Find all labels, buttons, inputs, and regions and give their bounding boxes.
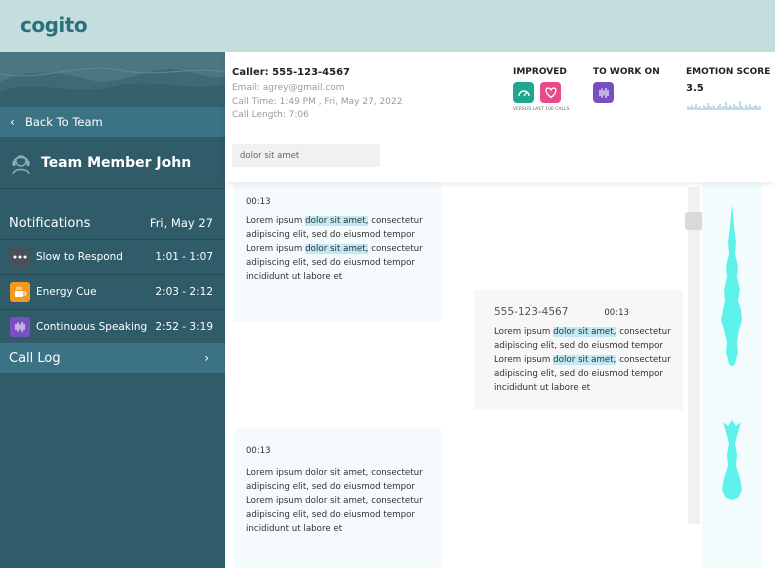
search-highlight: dolor sit amet, <box>305 244 369 254</box>
message-text: Lorem ipsum dolor sit amet, consectetur … <box>246 468 423 534</box>
search-highlight: dolor sit amet, <box>305 216 369 226</box>
chevron-left-icon: ‹ <box>10 115 15 129</box>
ellipsis-icon <box>10 247 30 267</box>
top-bar: cogito <box>0 0 775 52</box>
call-length: Call Length: 7:06 <box>232 110 309 120</box>
team-member-header: Team Member John <box>0 137 225 189</box>
message-time: 00:13 <box>246 446 271 456</box>
message-caller-number: 555-123-4567 <box>494 306 569 318</box>
message-time: 00:13 <box>246 197 271 207</box>
message-text: Lorem ipsum dolor sit amet, consectetur … <box>494 327 671 393</box>
notification-time: 1:01 - 1:07 <box>155 251 213 263</box>
emotion-score-label: EMOTION SCORE <box>686 67 771 77</box>
call-waveform-timeline[interactable] <box>702 182 762 568</box>
transcript-scrollbar[interactable] <box>688 187 700 524</box>
call-log-button[interactable]: Call Log › <box>0 343 225 373</box>
heart-icon[interactable] <box>540 82 561 103</box>
transcript-panel[interactable]: 00:13 Lorem ipsum dolor sit amet, consec… <box>225 182 775 568</box>
sound-waves-icon[interactable] <box>593 82 614 103</box>
transcript-message: 00:13 Lorem ipsum dolor sit amet, consec… <box>234 428 441 568</box>
sidebar: ‹ Back To Team Team Member John Notifica… <box>0 52 225 568</box>
headset-user-icon <box>12 154 30 174</box>
cogito-logo: cogito <box>20 13 88 37</box>
notification-time: 2:52 - 3:19 <box>155 321 213 333</box>
chevron-right-icon: › <box>204 351 209 365</box>
notifications-date: Fri, May 27 <box>149 216 213 230</box>
search-highlight: dolor sit amet, <box>553 355 617 365</box>
call-time: Call Time: 1:49 PM , Fri, May 27, 2022 <box>232 97 403 107</box>
improved-label: IMPROVED <box>513 67 567 77</box>
notification-label: Slow to Respond <box>36 251 123 263</box>
emotion-score-value: 3.5 <box>686 83 704 94</box>
message-text: Lorem ipsum dolor sit amet, consectetur … <box>246 216 423 282</box>
transcript-message: 00:13 Lorem ipsum dolor sit amet, consec… <box>234 182 441 322</box>
message-time: 00:13 <box>604 308 629 318</box>
search-highlight: dolor sit amet, <box>553 327 617 337</box>
back-to-team-label: Back To Team <box>25 115 103 129</box>
sound-waves-icon <box>10 317 30 337</box>
to-work-on-label: TO WORK ON <box>593 67 660 77</box>
call-log-label: Call Log <box>9 350 61 366</box>
back-to-team-button[interactable]: ‹ Back To Team <box>0 107 225 137</box>
notification-label: Continuous Speaking <box>36 321 148 333</box>
waveform-graphic <box>721 204 742 500</box>
emotion-score-sparkline <box>687 101 761 110</box>
notifications-title: Notifications <box>9 215 91 231</box>
transcript-message: 555-123-4567 00:13 Lorem ipsum dolor sit… <box>474 290 683 410</box>
decorative-wave <box>0 52 225 107</box>
notifications-header: Notifications Fri, May 27 <box>0 212 225 234</box>
notifications-list: Slow to Respond 1:01 - 1:07 Energy Cue 2… <box>0 239 225 344</box>
team-member-name: Team Member John <box>41 154 192 171</box>
notification-item-energy-cue[interactable]: Energy Cue 2:03 - 2:12 <box>0 274 225 309</box>
notification-time: 2:03 - 2:12 <box>155 286 213 298</box>
coffee-icon <box>10 282 30 302</box>
scrollbar-thumb[interactable] <box>685 212 703 230</box>
notification-item-continuous-speaking[interactable]: Continuous Speaking 2:52 - 3:19 <box>0 309 225 344</box>
speedometer-icon[interactable] <box>513 82 534 103</box>
caller-email: Email: agrey@gmail.com <box>232 83 345 93</box>
notification-item-slow-to-respond[interactable]: Slow to Respond 1:01 - 1:07 <box>0 239 225 274</box>
call-details-header: Caller: 555-123-4567 Email: agrey@gmail.… <box>225 52 775 182</box>
transcript-search-input[interactable] <box>232 144 380 167</box>
caller-number: Caller: 555-123-4567 <box>232 67 351 78</box>
versus-label: VERSUS LAST 100 CALLS <box>513 107 570 112</box>
notification-label: Energy Cue <box>36 286 97 298</box>
